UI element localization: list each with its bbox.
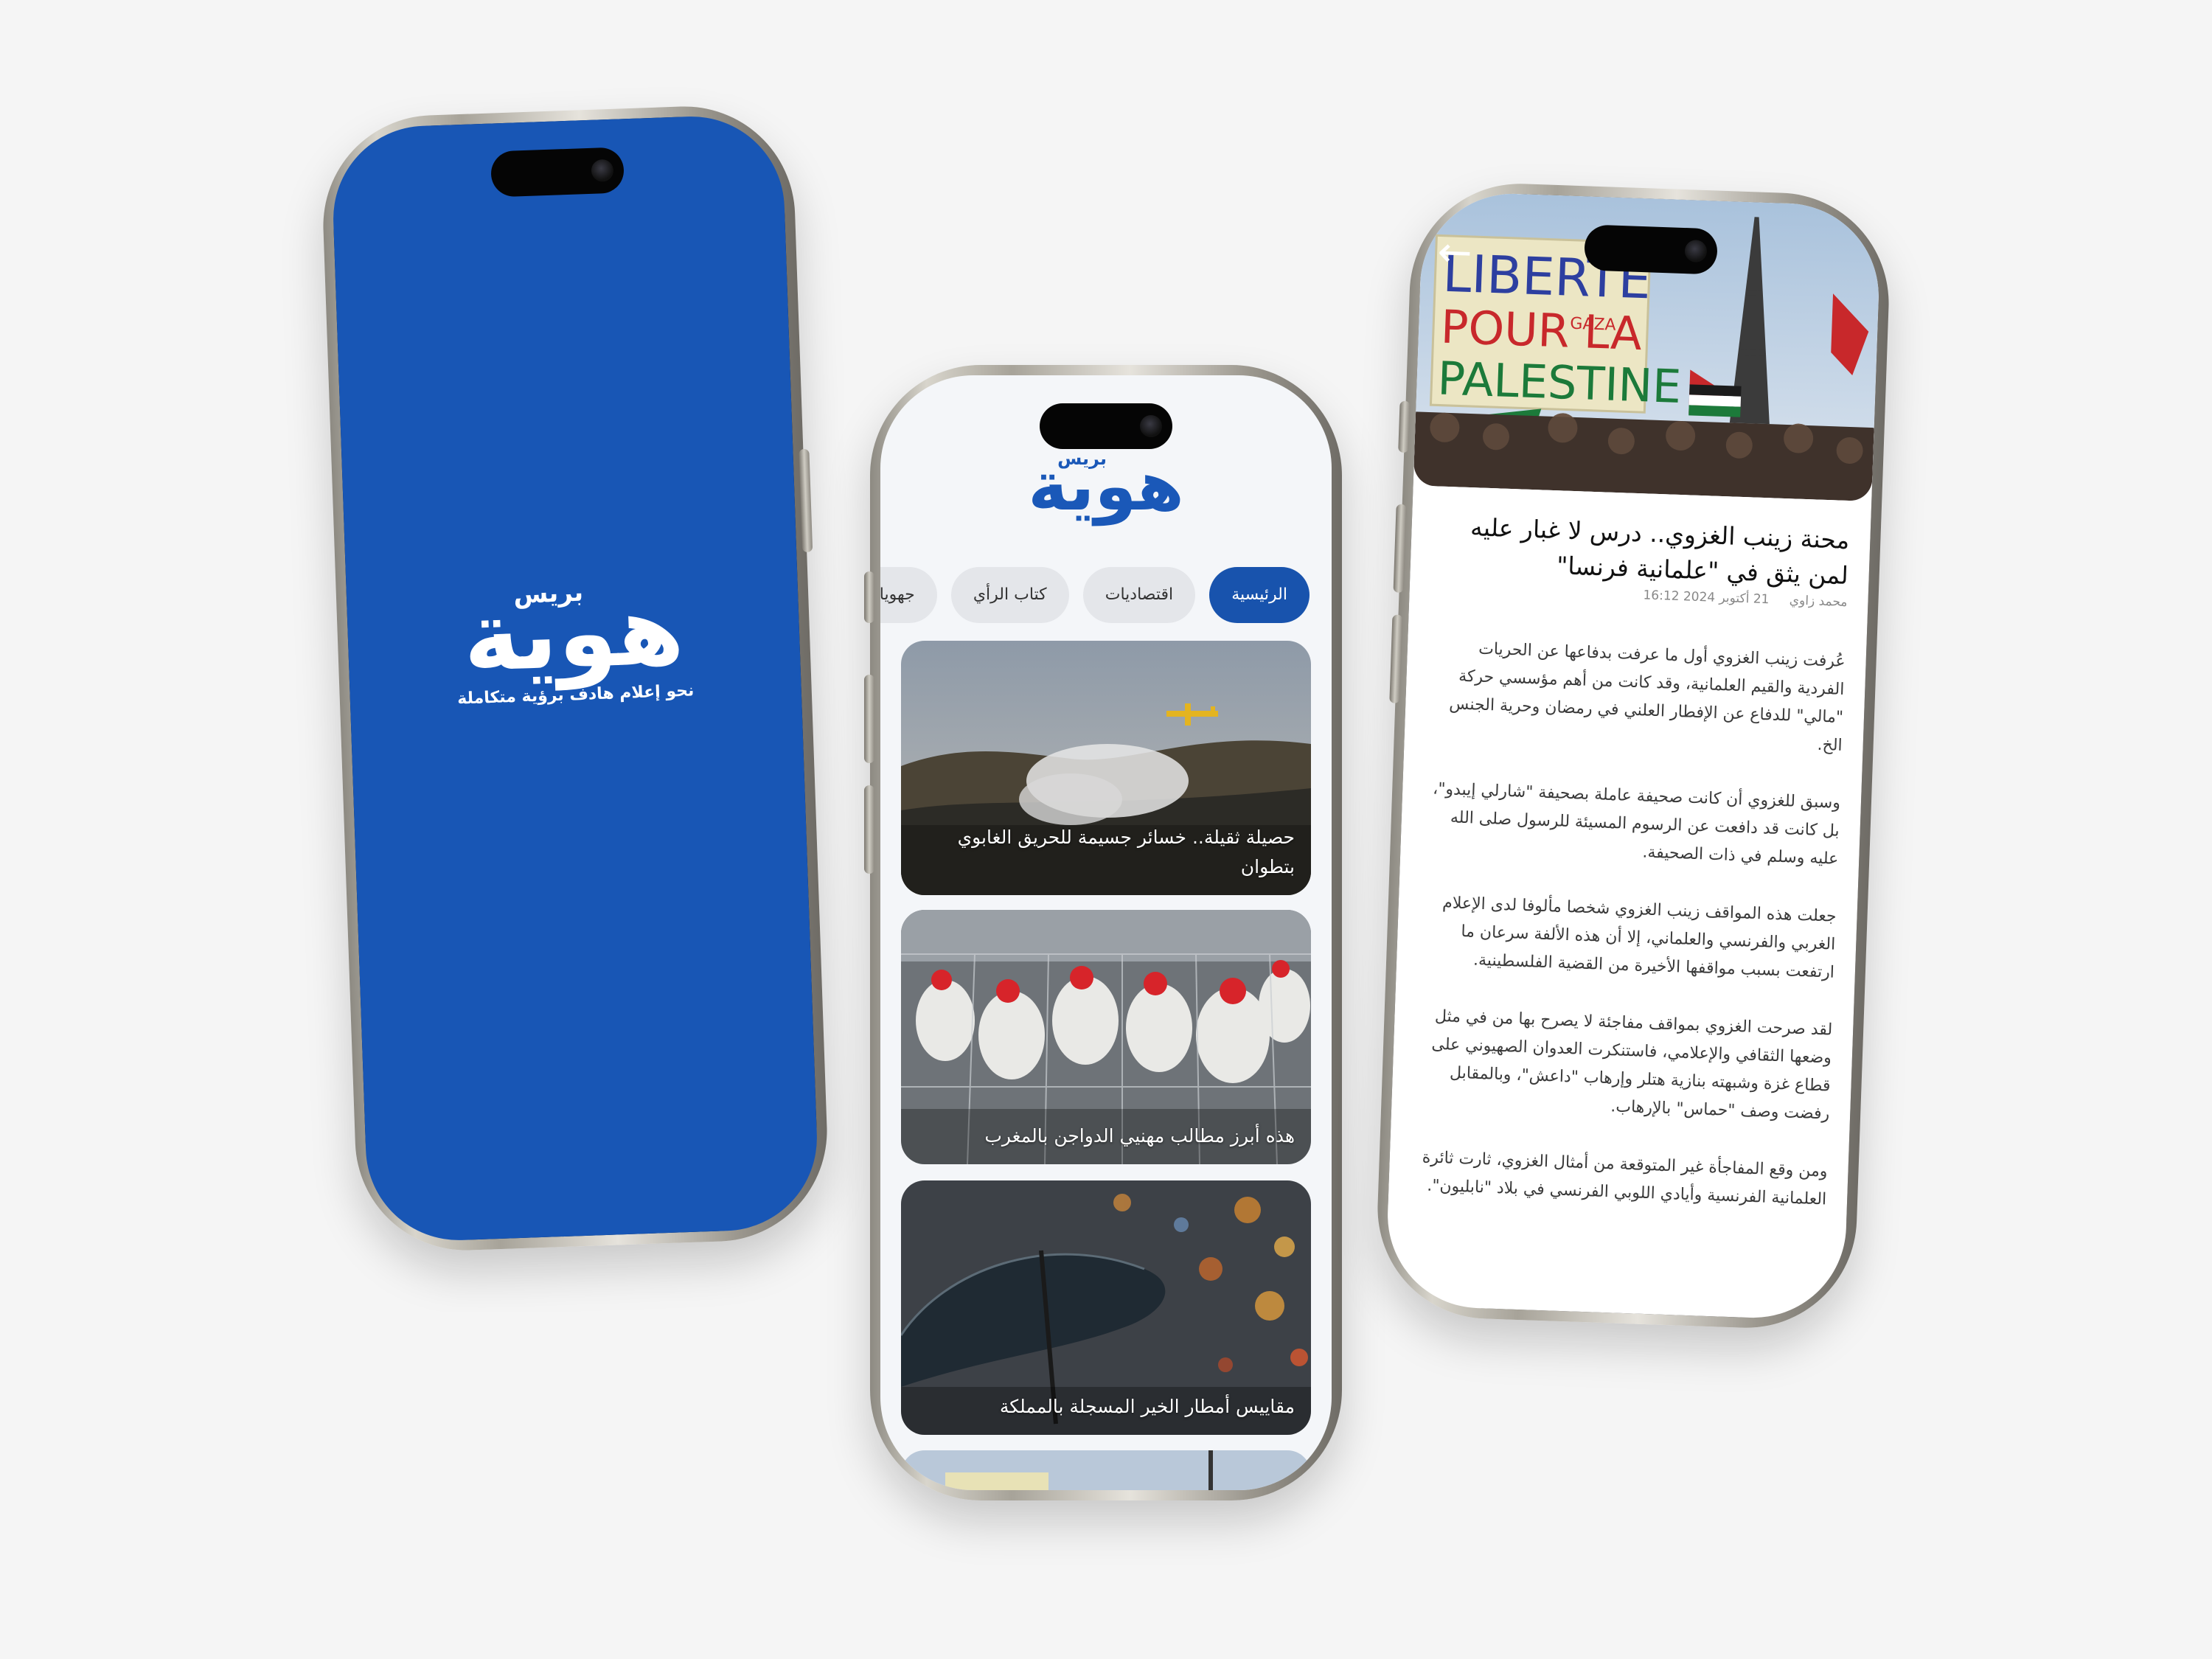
news-card[interactable] — [901, 1450, 1311, 1490]
power-button — [799, 448, 813, 553]
phone-feed: بريس هوية الرئيسية اقتصاديات كتاب الرأي … — [864, 365, 1342, 1500]
phone-splash: بريس هوية نحو إعلام هادف برؤية متكاملة — [319, 102, 831, 1254]
article-paragraph: وسبق للغزوي أن كانت صحيفة عاملة بصحيفة "… — [1432, 779, 1841, 869]
article-body: عُرفت زينب الغزوي أول ما عرفت بدفاعها عن… — [1409, 633, 1846, 1243]
tab-home[interactable]: الرئيسية — [1209, 567, 1310, 623]
volume-up-button — [1393, 504, 1407, 593]
article-paragraph: ومن وقع المفاجأة غير المتوقعة من أمثال ا… — [1422, 1148, 1828, 1209]
article-screen: ← LIBERTE POUR LA PALESTINE GAZA محنة زي… — [1384, 190, 1882, 1321]
volume-up-button — [864, 675, 874, 763]
protest-image-thumb — [901, 1450, 1311, 1490]
logo-sub: بريس — [1057, 448, 1107, 469]
feed-screen: بريس هوية الرئيسية اقتصاديات كتاب الرأي … — [880, 375, 1332, 1490]
news-card[interactable]: مقاييس أمطار الخير المسجلة بالمملكة — [901, 1180, 1311, 1435]
tab-opinion[interactable]: كتاب الرأي — [950, 567, 1069, 623]
camera-icon — [1140, 415, 1162, 437]
volume-down-button — [864, 785, 874, 874]
logo-sub: بريس — [512, 577, 584, 610]
camera-icon — [1684, 240, 1708, 263]
camera-icon — [591, 159, 614, 182]
arrow-left-icon[interactable]: ← — [1437, 228, 1473, 277]
splash-logo: بريس هوية نحو إعلام هادف برؤية متكاملة — [347, 574, 801, 712]
card-caption: حصيلة ثقيلة.. خسائر جسيمة للحريق الغابوي… — [957, 827, 1295, 877]
news-card[interactable]: هذه أبرز مطالب مهنيي الدواجن بالمغرب — [901, 910, 1311, 1164]
article-paragraph: لقد صرحت الغزوي بمواقف مفاجئة لا يصرح به… — [1431, 1006, 1833, 1124]
phone-article: ← LIBERTE POUR LA PALESTINE GAZA محنة زي… — [1374, 180, 1893, 1332]
article-paragraph: جعلت هذه المواقف زينب الغزوي شخصا مألوفا… — [1441, 894, 1837, 982]
sign-tag: GAZA — [1570, 315, 1616, 335]
article-author[interactable]: محمد زاوي — [1789, 593, 1847, 610]
tab-economy[interactable]: اقتصاديات — [1082, 567, 1196, 623]
sign-line3: PALESTINE — [1436, 351, 1682, 413]
volume-down-button — [1389, 614, 1403, 703]
card-caption: هذه أبرز مطالب مهنيي الدواجن بالمغرب — [984, 1125, 1295, 1147]
tab-regions[interactable]: جهويات — [880, 567, 937, 623]
article-paragraph: عُرفت زينب الغزوي أول ما عرفت بدفاعها عن… — [1448, 639, 1846, 755]
splash-screen: بريس هوية نحو إعلام هادف برؤية متكاملة — [330, 113, 821, 1244]
news-card[interactable]: حصيلة ثقيلة.. خسائر جسيمة للحريق الغابوي… — [901, 641, 1311, 895]
article-date: 21 أكتوبر 2024 16:12 — [1643, 588, 1770, 608]
dynamic-island — [1583, 224, 1719, 275]
dynamic-island — [1040, 403, 1172, 449]
card-caption: مقاييس أمطار الخير المسجلة بالمملكة — [999, 1396, 1295, 1417]
action-button — [864, 571, 874, 623]
category-tabs: الرئيسية اقتصاديات كتاب الرأي جهويات — [880, 567, 1310, 626]
feed-logo[interactable]: بريس هوية — [880, 448, 1332, 521]
action-button — [1398, 400, 1411, 453]
dynamic-island — [490, 147, 625, 198]
article-title: محنة زينب الغزوي.. درس لا غبار عليه لمن … — [1470, 512, 1851, 591]
